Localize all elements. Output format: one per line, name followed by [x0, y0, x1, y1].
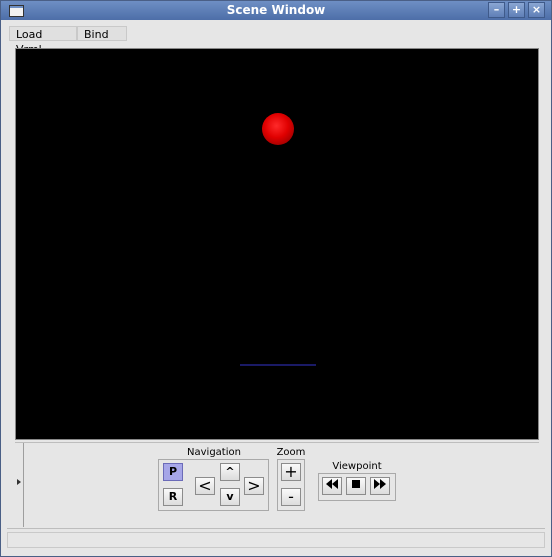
zoom-label: Zoom: [276, 447, 306, 458]
scene-window: Scene Window – + × Load Vrml Bind Naviga…: [0, 0, 552, 557]
maximize-icon[interactable]: +: [508, 2, 525, 18]
red-sphere: [262, 113, 294, 145]
control-panel: Navigation P R < ^ v > Zoom + - Viewpoin…: [15, 442, 539, 527]
window-title: Scene Window: [226, 3, 326, 17]
divider: [7, 528, 545, 529]
fast-forward-button[interactable]: [370, 477, 390, 495]
title-bar[interactable]: Scene Window – + ×: [1, 1, 551, 20]
stop-button[interactable]: [346, 477, 366, 495]
pan-mode-button[interactable]: P: [163, 463, 183, 481]
menu-bar: Load Vrml Bind: [7, 25, 545, 56]
close-icon[interactable]: ×: [528, 2, 545, 18]
status-bar: [7, 532, 545, 548]
rotate-mode-button[interactable]: R: [163, 488, 183, 506]
minimize-icon[interactable]: –: [488, 2, 505, 18]
expand-arrow-icon[interactable]: [17, 479, 21, 485]
navigation-label: Navigation: [187, 447, 241, 458]
panel-splitter[interactable]: [15, 443, 24, 527]
zoom-in-button[interactable]: +: [281, 463, 301, 481]
scene-viewport[interactable]: [15, 48, 539, 440]
move-up-button[interactable]: ^: [220, 463, 240, 481]
floor-line: [240, 364, 316, 366]
fast-forward-icon: [374, 479, 386, 489]
rewind-button[interactable]: [322, 477, 342, 495]
menu-load-vrml[interactable]: Load Vrml: [9, 26, 77, 56]
move-right-button[interactable]: >: [244, 477, 264, 495]
move-left-button[interactable]: <: [195, 477, 215, 495]
menu-bind[interactable]: Bind: [77, 26, 127, 41]
rewind-icon: [326, 479, 338, 489]
move-down-button[interactable]: v: [220, 488, 240, 506]
stop-icon: [352, 480, 360, 488]
zoom-out-button[interactable]: -: [281, 488, 301, 506]
viewpoint-label: Viewpoint: [332, 461, 382, 472]
